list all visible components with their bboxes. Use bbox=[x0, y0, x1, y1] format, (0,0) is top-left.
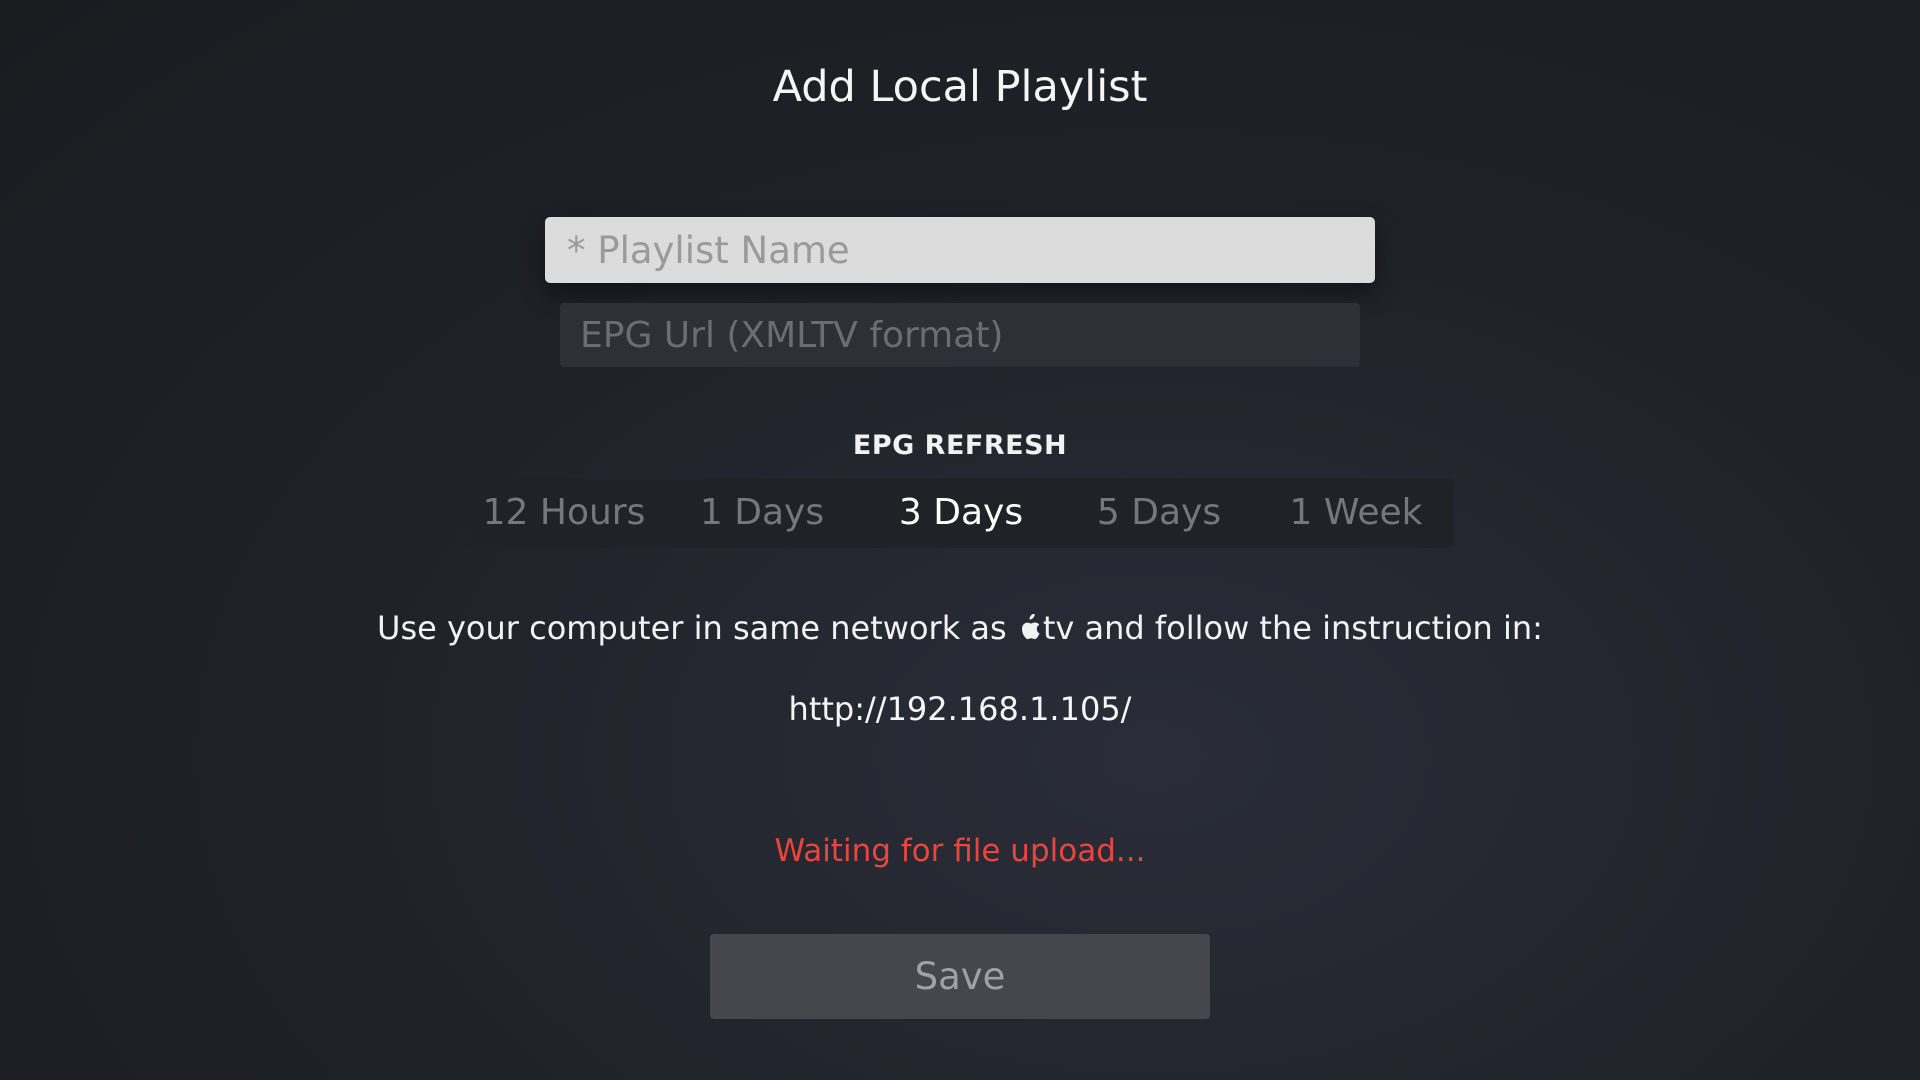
instruction-text: Use your computer in same network as tv … bbox=[0, 609, 1920, 647]
instruction-text-end: tv and follow the instruction in: bbox=[1042, 609, 1543, 647]
epg-refresh-segmented-control: 12 Hours 1 Days 3 Days 5 Days 1 Week bbox=[466, 478, 1454, 548]
epg-refresh-label: EPG REFRESH bbox=[852, 430, 1068, 461]
page-title: Add Local Playlist bbox=[772, 62, 1148, 112]
epg-refresh-option-3-days[interactable]: 3 Days bbox=[862, 478, 1060, 548]
epg-refresh-option-1-week[interactable]: 1 Week bbox=[1258, 478, 1454, 548]
epg-url-input[interactable] bbox=[560, 303, 1360, 367]
instruction-text-start: Use your computer in same network as bbox=[377, 609, 1017, 647]
epg-refresh-option-5-days[interactable]: 5 Days bbox=[1060, 478, 1258, 548]
playlist-name-input[interactable] bbox=[545, 217, 1375, 283]
epg-refresh-option-12-hours[interactable]: 12 Hours bbox=[466, 478, 662, 548]
epg-refresh-option-1-days[interactable]: 1 Days bbox=[662, 478, 862, 548]
upload-url: http://192.168.1.105/ bbox=[788, 690, 1132, 728]
save-button[interactable]: Save bbox=[710, 934, 1210, 1019]
apple-logo-icon bbox=[1021, 614, 1040, 640]
upload-status-text: Waiting for file upload... bbox=[774, 833, 1146, 869]
